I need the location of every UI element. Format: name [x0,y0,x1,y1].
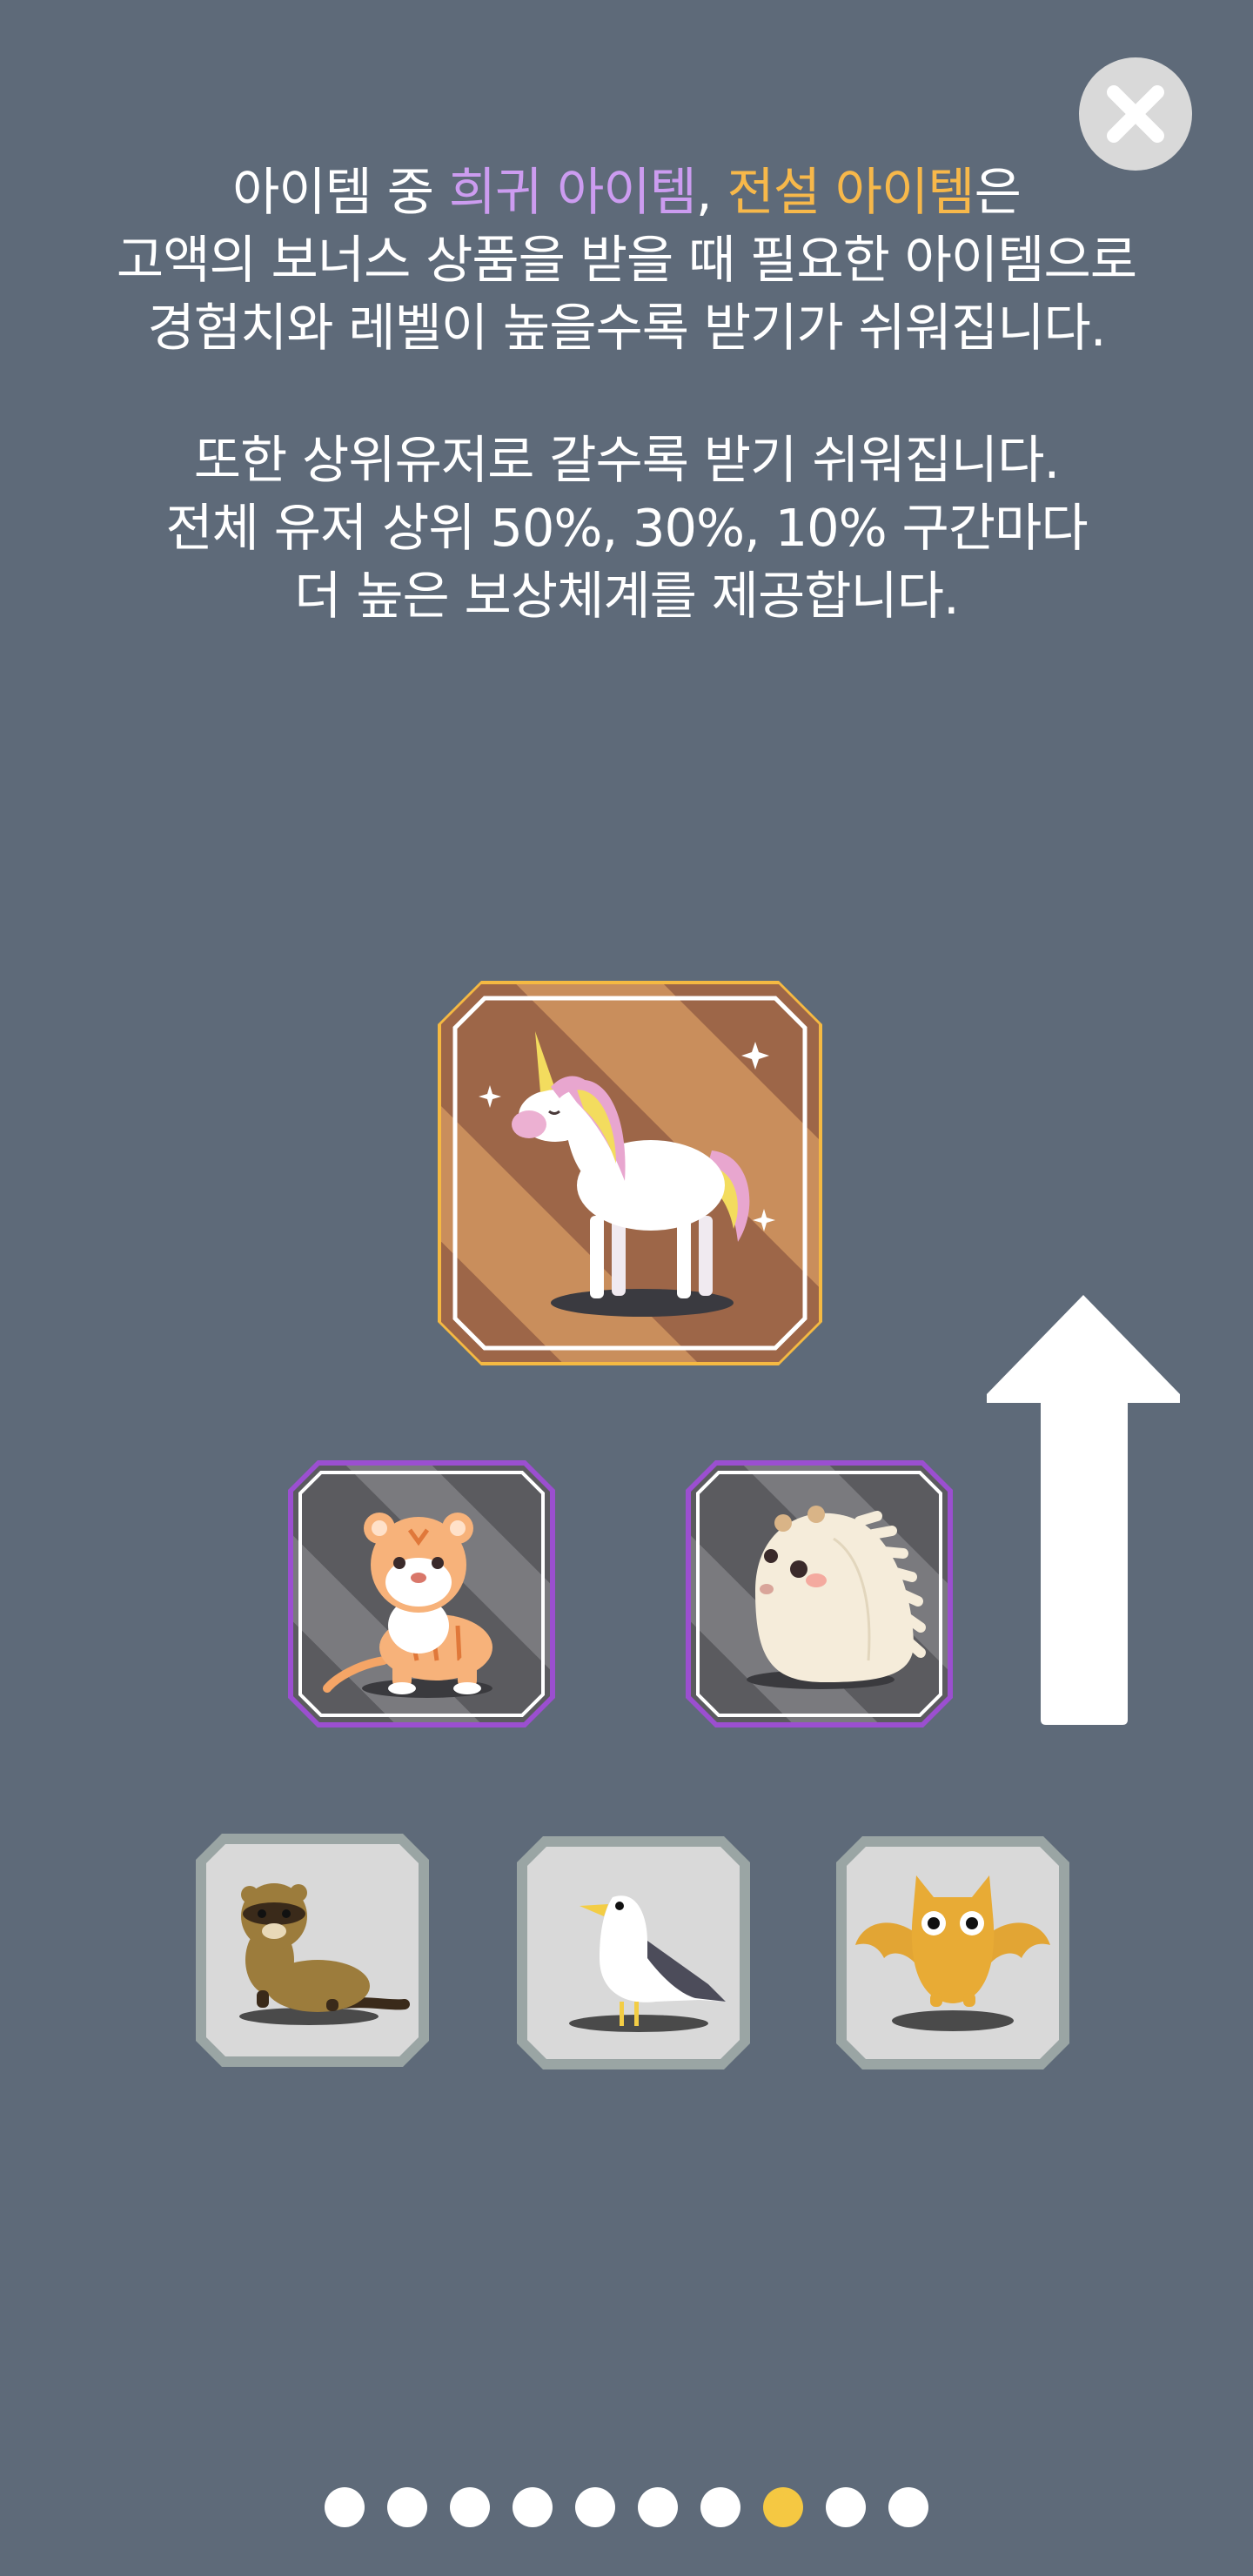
unicorn-icon [438,981,822,1365]
ferret-icon [196,1834,429,2067]
intro-line-5: 전체 유저 상위 50%, 30%, 10% 구간마다 [165,498,1088,558]
item-rarity-guide-page: 아이템 중 희귀 아이템, 전설 아이템은 고액의 보너스 상품을 받을 때 필… [0,0,1253,2576]
page-dot-5[interactable] [575,2487,615,2527]
page-indicator [0,2487,1253,2527]
intro-prefix: 아이템 중 [232,162,449,222]
intro-line-3: 경험치와 레벨이 높을수록 받기가 쉬워집니다. [147,298,1106,358]
page-dot-3[interactable] [450,2487,490,2527]
intro-line-2: 고액의 보너스 상품을 받을 때 필요한 아이템으로 [116,230,1137,290]
common-item-card-seagull [517,1836,750,2070]
tiger-icon [288,1460,555,1727]
common-item-card-bat [836,1836,1069,2070]
legend-item-card [438,981,822,1365]
page-dot-10[interactable] [888,2487,928,2527]
rare-item-label: 희귀 아이템 [448,162,697,222]
rarity-up-arrow [983,1291,1183,1727]
up-arrow-icon [987,1295,1180,1725]
page-dot-6[interactable] [638,2487,678,2527]
page-dot-9[interactable] [826,2487,866,2527]
page-dot-4[interactable] [513,2487,553,2527]
page-dot-8-active[interactable] [763,2487,803,2527]
common-item-card-ferret [196,1834,429,2067]
page-dot-7[interactable] [700,2487,740,2527]
legend-item-label: 전설 아이템 [727,162,975,222]
intro-line-1: 아이템 중 희귀 아이템, 전설 아이템은 [0,158,1253,226]
close-button[interactable] [1079,57,1192,171]
intro-line-4: 또한 상위유저로 갈수록 받기 쉬워집니다. [193,430,1061,490]
yellow-bat-icon [836,1836,1069,2070]
hedgehog-icon [686,1460,953,1727]
rare-item-card-hedgehog [686,1460,953,1727]
page-dot-2[interactable] [387,2487,427,2527]
intro-suffix: 은 [974,162,1022,222]
seagull-icon [517,1836,750,2070]
intro-line-6: 더 높은 보상체계를 제공합니다. [294,566,960,626]
close-icon [1107,85,1164,143]
intro-text: 아이템 중 희귀 아이템, 전설 아이템은 고액의 보너스 상품을 받을 때 필… [0,158,1253,630]
rare-item-card-tiger [288,1460,555,1727]
page-dot-1[interactable] [325,2487,365,2527]
intro-comma: , [695,162,727,222]
